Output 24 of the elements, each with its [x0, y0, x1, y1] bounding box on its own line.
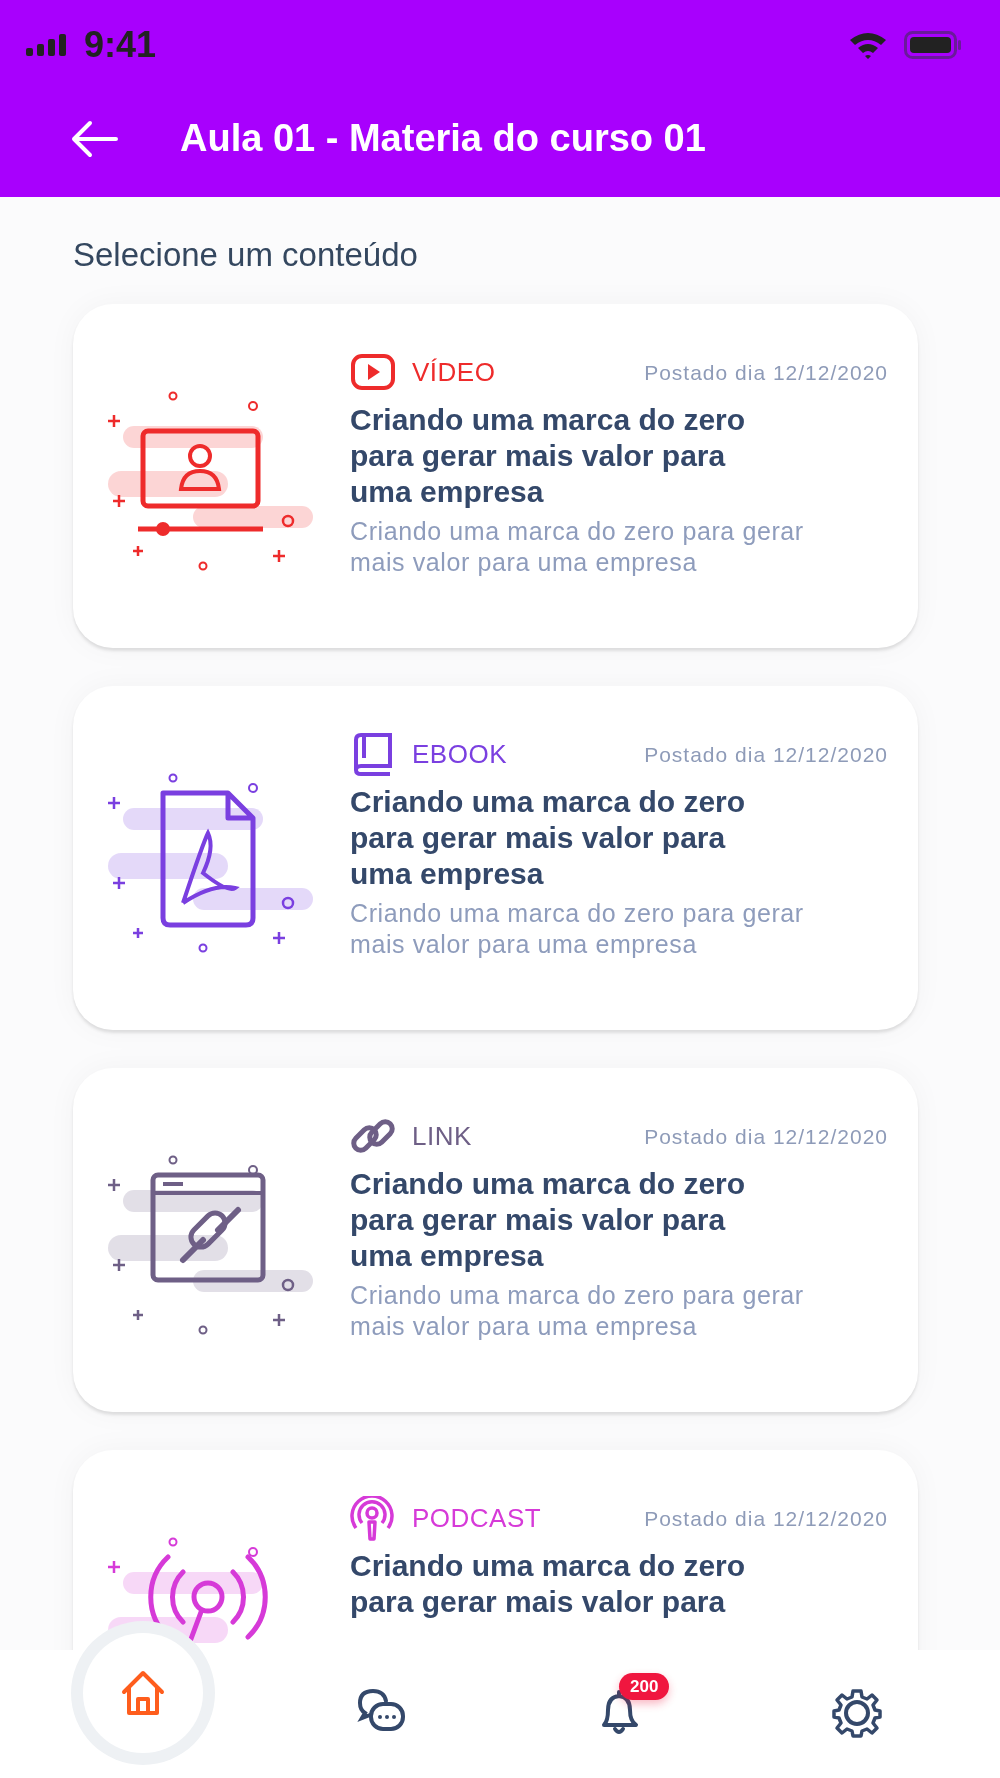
content-card[interactable]: PODCAST Postado dia 12/12/2020 Criando uma marca do zero para gerar mais valor para: [73, 1449, 918, 1650]
post-date: Postado dia 12/12/2020: [644, 1123, 888, 1150]
nav-tab[interactable]: 200: [559, 1652, 679, 1773]
section-heading: Selecione um conteúdo: [72, 235, 419, 275]
post-date: Postado dia 12/12/2020: [644, 1505, 888, 1532]
content-type: PODCAST: [412, 1502, 542, 1535]
post-date: Postado dia 12/12/2020: [644, 741, 888, 768]
status-time: 9:41: [84, 23, 157, 67]
content-type: EBOOK: [412, 738, 507, 771]
content-description: Criando uma marca do zero para gerar mais valor para uma empresa: [350, 1279, 805, 1343]
content-type: LINK: [412, 1120, 472, 1153]
content-title: Criando uma marca do zero para gerar mais valor para uma empresa: [350, 783, 747, 892]
post-date: Postado dia 12/12/2020: [644, 359, 888, 386]
content-type: VÍDEO: [412, 356, 496, 389]
content-card[interactable]: EBOOK Postado dia 12/12/2020 Criando uma marca do zero para gerar mais valor para uma empresa Criando uma marca do zero para gerar mais valor para uma empresa: [73, 685, 918, 1030]
content-description: Criando uma marca do zero para gerar mais valor para uma empresa: [350, 897, 805, 961]
content-title: Criando uma marca do zero para gerar mais valor para uma empresa: [350, 401, 747, 510]
content-description: Criando uma marca do zero para gerar mais valor para uma empresa: [350, 515, 805, 579]
content-card[interactable]: LINK Postado dia 12/12/2020 Criando uma marca do zero para gerar mais valor para uma empresa Criando uma marca do zero para gerar mais valor para uma empresa: [73, 1067, 918, 1412]
content-title: Criando uma marca do zero para gerar mais valor para: [350, 1547, 747, 1620]
notification-count: 200: [619, 1672, 670, 1700]
content-card[interactable]: VÍDEO Postado dia 12/12/2020 Criando uma marca do zero para gerar mais valor para uma empresa Criando uma marca do zero para gerar mais valor para uma empresa: [73, 303, 918, 648]
content-title: Criando uma marca do zero para gerar mais valor para uma empresa: [350, 1165, 747, 1274]
page-title: Aula 01 - Materia do curso 01: [180, 116, 706, 161]
